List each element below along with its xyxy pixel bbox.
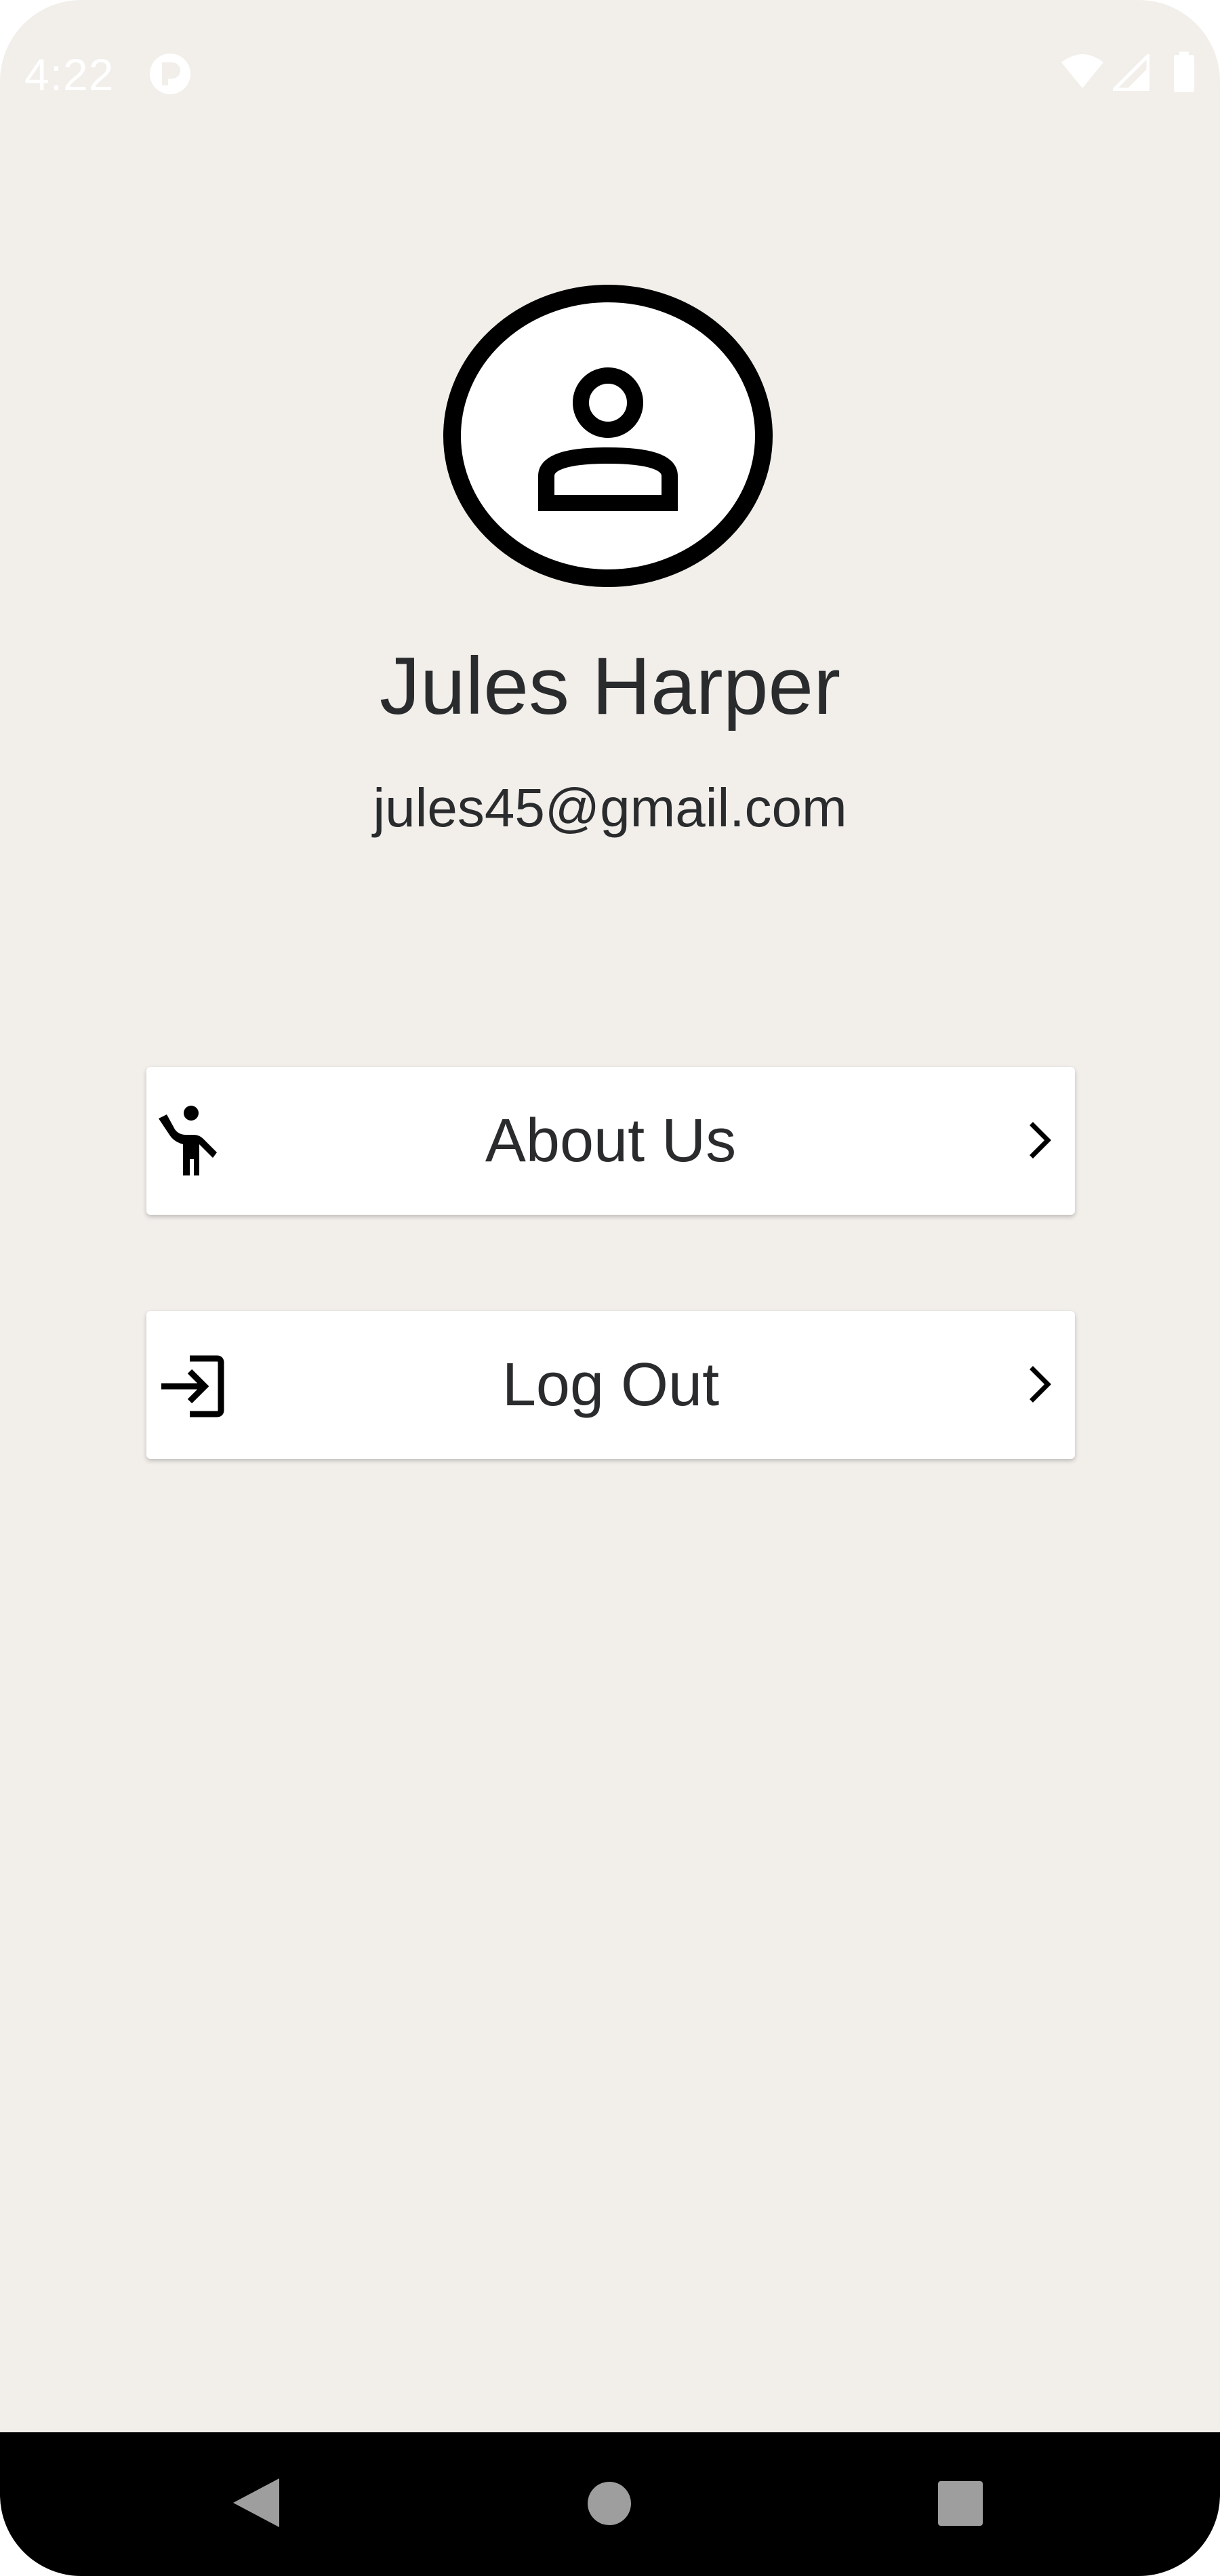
back-triangle-icon[interactable] bbox=[230, 2476, 282, 2530]
chevron-right-icon bbox=[1030, 1122, 1051, 1159]
battery-icon bbox=[1174, 52, 1194, 92]
app-notification-icon bbox=[150, 54, 190, 94]
profile-name: Jules Harper bbox=[379, 641, 841, 731]
cell-signal-icon bbox=[1113, 54, 1150, 91]
about-us-button[interactable]: About Us bbox=[146, 1067, 1075, 1215]
status-bar: 4:22 bbox=[0, 0, 1220, 136]
log-out-label: Log Out bbox=[502, 1351, 720, 1419]
home-circle-icon[interactable] bbox=[587, 2481, 632, 2526]
system-nav-bar bbox=[0, 2432, 1220, 2576]
recents-square-icon[interactable] bbox=[938, 2481, 983, 2526]
wifi-icon bbox=[1061, 54, 1103, 88]
about-us-label: About Us bbox=[485, 1107, 737, 1175]
chevron-right-icon bbox=[1030, 1366, 1051, 1403]
account-circle-icon bbox=[443, 285, 773, 587]
profile-screen: 4:22 Jules Harper jules45@gmail.com Abou… bbox=[0, 0, 1220, 2576]
log-out-button[interactable]: Log Out bbox=[146, 1311, 1075, 1459]
profile-email: jules45@gmail.com bbox=[373, 778, 847, 838]
status-time: 4:22 bbox=[24, 49, 115, 100]
